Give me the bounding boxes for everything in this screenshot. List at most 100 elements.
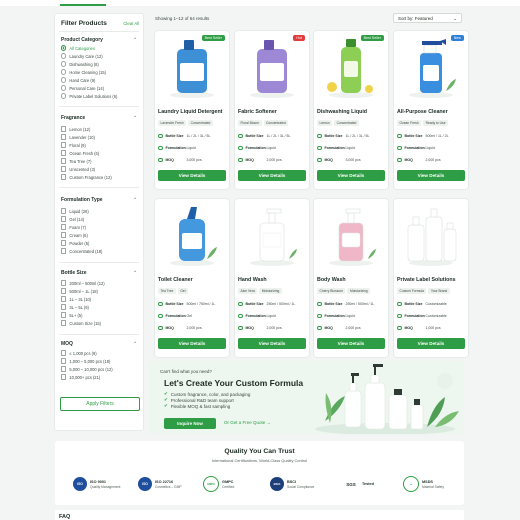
filter-option[interactable]: 5L+ (5) [61, 312, 82, 318]
product-image[interactable] [235, 31, 309, 101]
filter-option[interactable]: 10,000+ pcs (21) [61, 374, 100, 380]
filter-option[interactable]: Lavender (10) [61, 134, 95, 140]
filter-option[interactable]: Home Cleaning (15) [61, 69, 106, 75]
clear-all-link[interactable]: Clear All [123, 21, 139, 26]
product-name[interactable]: Hand Wash [238, 277, 267, 283]
view-details-button[interactable]: View Details [317, 170, 385, 181]
radio[interactable] [61, 53, 67, 59]
radio-selected[interactable] [61, 45, 67, 51]
filter-group-fragrance-title[interactable]: Fragrance [61, 115, 85, 121]
product-image[interactable] [314, 199, 388, 269]
checkbox[interactable] [61, 248, 67, 254]
checkbox[interactable] [61, 350, 67, 356]
filter-option[interactable]: Foam (7) [61, 224, 86, 230]
checkbox[interactable] [61, 374, 67, 380]
checkbox[interactable] [61, 296, 67, 302]
view-details-button[interactable]: View Details [238, 170, 306, 181]
radio[interactable] [61, 85, 67, 91]
inquire-now-button[interactable]: Inquire Now [164, 418, 216, 429]
product-name[interactable]: Body Wash [317, 277, 346, 283]
filter-option[interactable]: 3L – 5L (9) [61, 304, 89, 310]
filter-option[interactable]: All Categories [61, 45, 95, 51]
radio[interactable] [61, 61, 67, 67]
view-details-button[interactable]: View Details [158, 170, 226, 181]
product-card[interactable]: Toilet Cleaner Tea Tree Gel Bottle Size 500m… [155, 199, 229, 357]
product-card[interactable]: Body Wash Cherry Blossom Moisturizing Bottl… [314, 199, 388, 357]
filter-group-moq-title[interactable]: MOQ [61, 341, 73, 347]
free-quote-link[interactable]: Or Get a Free Quote → [224, 420, 271, 425]
filter-group-category-title[interactable]: Product Category [61, 37, 103, 43]
chevron-up-icon[interactable]: ⌃ [133, 341, 137, 347]
view-details-button[interactable]: View Details [317, 338, 385, 349]
product-name[interactable]: Fabric Softener [238, 109, 277, 115]
product-card[interactable]: Hot Fabric Softener Floral Bloom Concentrat… [235, 31, 309, 189]
filter-option[interactable]: Tea Tree (7) [61, 158, 91, 164]
product-name[interactable]: Laundry Liquid Detergent [158, 109, 222, 115]
product-name[interactable]: Dishwashing Liquid [317, 109, 367, 115]
checkbox[interactable] [61, 240, 67, 246]
filter-option[interactable]: Ocean Fresh (6) [61, 150, 99, 156]
filter-option[interactable]: 1,000 – 5,000 pcs (18) [61, 358, 110, 364]
sort-dropdown[interactable]: Sort by: Featured ⌄ [393, 13, 462, 23]
filter-option[interactable]: 5,000 – 10,000 pcs (12) [61, 366, 113, 372]
checkbox[interactable] [61, 166, 67, 172]
checkbox[interactable] [61, 312, 67, 318]
filter-option[interactable]: ≤ 1,000 pcs (9) [61, 350, 97, 356]
filter-option[interactable]: Cream (6) [61, 232, 88, 238]
checkbox[interactable] [61, 158, 67, 164]
product-name[interactable]: Toilet Cleaner [158, 277, 193, 283]
filter-option[interactable]: Concentrated (18) [61, 248, 102, 254]
checkbox[interactable] [61, 126, 67, 132]
filter-option[interactable]: Gel (14) [61, 216, 84, 222]
product-name[interactable]: Private Label Solutions [397, 277, 456, 283]
product-card[interactable]: Hand Wash Aloe Vera Moisturizing Bottle Siz… [235, 199, 309, 357]
filter-option[interactable]: Hand Care (9) [61, 77, 95, 83]
product-card[interactable]: New All-Purpose Cleaner Ocean Fresh Ready t… [394, 31, 468, 189]
filter-option[interactable]: Custom Fragrance (12) [61, 174, 112, 180]
view-details-button[interactable]: View Details [238, 338, 306, 349]
product-image[interactable] [155, 199, 229, 269]
filter-option[interactable]: Powder (5) [61, 240, 89, 246]
product-card[interactable]: Best Seller Laundry Liquid Detergent Laven… [155, 31, 229, 189]
radio[interactable] [61, 69, 67, 75]
view-details-button[interactable]: View Details [397, 170, 465, 181]
product-image[interactable] [394, 31, 468, 101]
filter-option[interactable]: Unscented (3) [61, 166, 95, 172]
filter-option[interactable]: Personal Care (14) [61, 85, 104, 91]
radio[interactable] [61, 77, 67, 83]
checkbox[interactable] [61, 232, 67, 238]
checkbox[interactable] [61, 366, 67, 372]
radio[interactable] [61, 93, 67, 99]
filter-option[interactable]: 1L – 3L (10) [61, 296, 91, 302]
checkbox[interactable] [61, 288, 67, 294]
filter-option[interactable]: Dishwashing (8) [61, 61, 99, 67]
chevron-up-icon[interactable]: ⌃ [133, 270, 137, 276]
checkbox[interactable] [61, 142, 67, 148]
product-image[interactable] [314, 31, 388, 101]
filter-option[interactable]: 200ml – 500ml (12) [61, 280, 105, 286]
view-details-button[interactable]: View Details [397, 338, 465, 349]
filter-group-bottle-size-title[interactable]: Bottle Size [61, 270, 87, 276]
chevron-up-icon[interactable]: ⌃ [133, 37, 137, 43]
product-image[interactable] [155, 31, 229, 101]
checkbox[interactable] [61, 216, 67, 222]
chevron-up-icon[interactable]: ⌃ [133, 197, 137, 203]
view-details-button[interactable]: View Details [158, 338, 226, 349]
product-card[interactable]: Best Seller Dishwashing Liquid Lemon Concen… [314, 31, 388, 189]
filter-option[interactable]: Liquid (28) [61, 208, 89, 214]
checkbox[interactable] [61, 174, 67, 180]
product-card[interactable]: Private Label Solutions Custom Formula You… [394, 199, 468, 357]
checkbox[interactable] [61, 134, 67, 140]
checkbox[interactable] [61, 224, 67, 230]
filter-option[interactable]: Lemon (12) [61, 126, 90, 132]
product-name[interactable]: All-Purpose Cleaner [397, 109, 448, 115]
product-image[interactable] [235, 199, 309, 269]
filter-option[interactable]: Custom Size (15) [61, 320, 101, 326]
product-image[interactable] [394, 199, 468, 269]
filter-group-formulation-title[interactable]: Formulation Type [61, 197, 103, 203]
filter-option[interactable]: Laundry Care (12) [61, 53, 103, 59]
checkbox[interactable] [61, 304, 67, 310]
checkbox[interactable] [61, 320, 67, 326]
apply-filters-button[interactable]: Apply Filters [60, 397, 140, 411]
filter-option[interactable]: 500ml – 1L (18) [61, 288, 98, 294]
